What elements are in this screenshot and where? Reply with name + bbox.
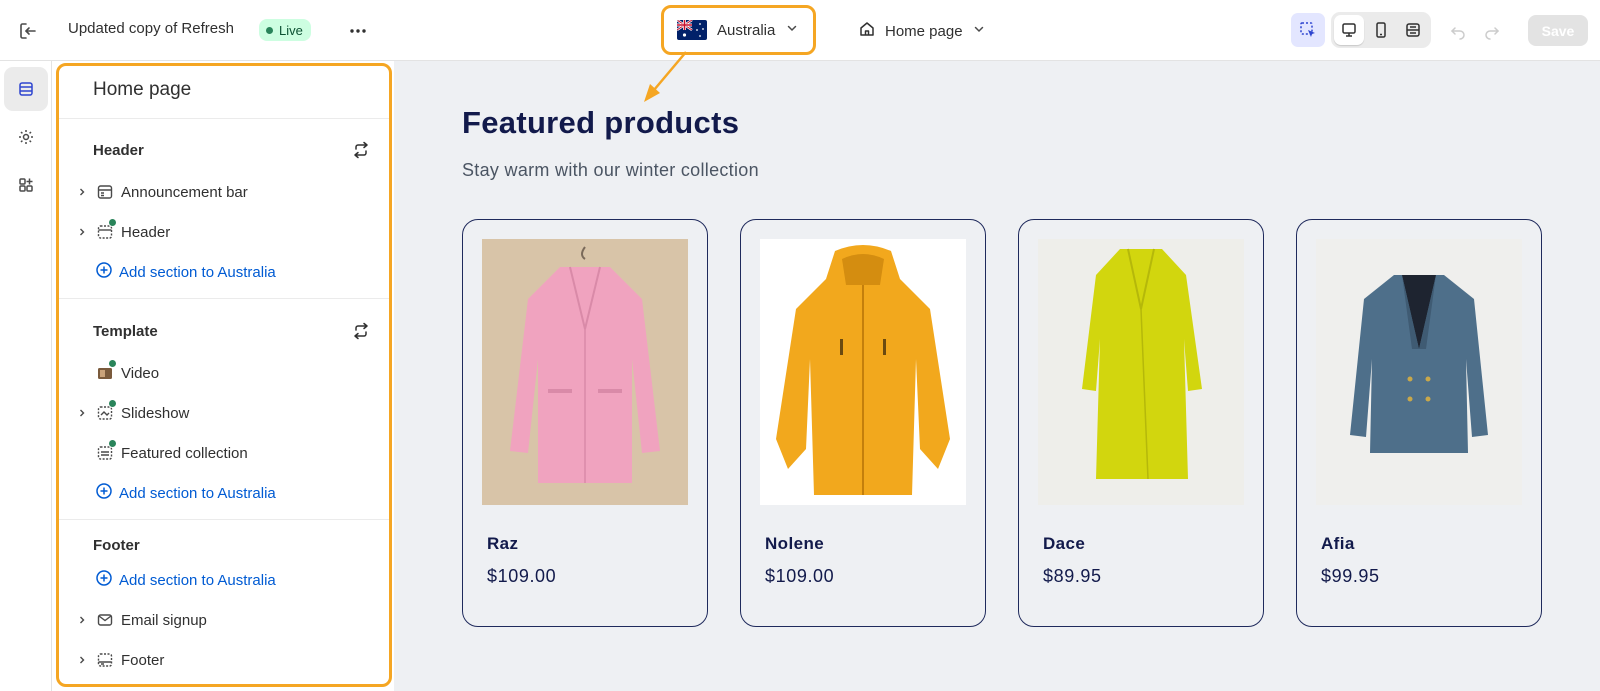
live-label: Live — [279, 22, 303, 38]
top-bar: Updated copy of Refresh Live Australia H… — [0, 0, 1600, 61]
section-item-label: Email signup — [121, 611, 207, 629]
product-price: $109.00 — [765, 566, 835, 586]
status-dot-icon — [108, 439, 117, 448]
group-title-header: Header — [93, 142, 144, 159]
sidebar-title: Home page — [93, 79, 192, 100]
collection-section-icon — [93, 439, 117, 465]
home-icon — [858, 20, 876, 42]
product-card[interactable]: Dace $89.95 — [1018, 219, 1264, 627]
market-label: Australia — [717, 21, 776, 39]
change-section-group-icon[interactable] — [349, 319, 373, 343]
full-width-view-icon[interactable] — [1398, 15, 1428, 45]
product-name[interactable]: Raz — [487, 534, 518, 554]
coat-shape — [1082, 249, 1202, 479]
product-card[interactable]: Afia $99.95 — [1296, 219, 1542, 627]
section-item-label: Header — [121, 223, 171, 241]
section-item-header[interactable]: Header — [73, 218, 171, 245]
section-subheading[interactable]: Stay warm with our winter collection — [462, 160, 759, 181]
add-section-button[interactable]: Add section to Australia — [95, 259, 276, 285]
section-item-featured-collection[interactable]: Featured collection — [73, 439, 248, 466]
section-heading[interactable]: Featured products — [462, 105, 739, 141]
divider — [59, 298, 389, 299]
plus-circle-icon — [95, 482, 113, 504]
theme-title: Updated copy of Refresh — [68, 20, 234, 37]
desktop-view-icon[interactable] — [1334, 15, 1364, 45]
chevron-right-icon[interactable] — [73, 655, 91, 665]
add-section-label: Add section to Australia — [119, 263, 276, 281]
market-selector[interactable]: Australia — [661, 5, 816, 55]
sections-icon[interactable] — [4, 67, 48, 111]
add-section-label: Add section to Australia — [119, 484, 276, 502]
section-item-announcement-bar[interactable]: Announcement bar — [73, 179, 248, 205]
undo-icon[interactable] — [1444, 17, 1472, 45]
page-selector[interactable]: Home page — [858, 17, 986, 45]
email-section-icon — [93, 608, 117, 632]
inspector-select-icon[interactable] — [1291, 13, 1325, 47]
more-actions-icon[interactable] — [344, 17, 372, 45]
section-item-label: Video — [121, 364, 160, 382]
add-section-button[interactable]: Add section to Australia — [95, 480, 276, 506]
mobile-view-icon[interactable] — [1366, 15, 1396, 45]
group-title-footer: Footer — [93, 537, 140, 554]
theme-settings-icon[interactable] — [4, 115, 48, 159]
chevron-right-icon[interactable] — [73, 408, 91, 418]
section-item-footer[interactable]: Footer — [73, 647, 164, 673]
section-item-video[interactable]: Video — [73, 359, 160, 386]
left-rail — [0, 61, 52, 691]
product-card[interactable]: Nolene $109.00 — [740, 219, 986, 627]
status-dot-icon — [108, 359, 117, 368]
divider — [59, 519, 389, 520]
change-section-group-icon[interactable] — [349, 138, 373, 162]
divider — [59, 118, 389, 119]
live-badge: Live — [259, 19, 311, 41]
product-image[interactable] — [760, 239, 966, 505]
product-card[interactable]: Raz $109.00 — [462, 219, 708, 627]
storefront-preview: Featured products Stay warm with our win… — [394, 61, 1600, 691]
product-price: $89.95 — [1043, 566, 1102, 586]
video-section-icon — [93, 359, 117, 385]
add-section-label: Add section to Australia — [119, 571, 276, 589]
page-label: Home page — [885, 22, 963, 40]
section-item-label: Footer — [121, 651, 165, 669]
chevron-right-icon[interactable] — [73, 227, 91, 237]
product-image[interactable] — [1316, 239, 1522, 505]
footer-section-icon — [93, 648, 117, 672]
redo-icon[interactable] — [1478, 17, 1506, 45]
viewport-toggle — [1331, 12, 1431, 48]
group-title-template: Template — [93, 323, 158, 340]
sections-sidebar: Home page Header Announcement bar Header… — [56, 63, 392, 687]
section-item-label: Featured collection — [121, 444, 248, 462]
section-item-label: Slideshow — [121, 404, 190, 422]
chevron-right-icon[interactable] — [73, 187, 91, 197]
product-price: $109.00 — [487, 566, 557, 586]
save-button[interactable]: Save — [1528, 15, 1588, 46]
plus-circle-icon — [95, 569, 113, 591]
chevron-right-icon[interactable] — [73, 615, 91, 625]
section-item-email-signup[interactable]: Email signup — [73, 607, 207, 633]
product-name[interactable]: Dace — [1043, 534, 1085, 554]
annotation-arrow-icon — [644, 51, 687, 102]
section-item-slideshow[interactable]: Slideshow — [73, 399, 190, 426]
product-name[interactable]: Nolene — [765, 534, 824, 554]
chevron-down-icon — [972, 22, 986, 40]
exit-icon[interactable] — [14, 17, 42, 45]
product-image[interactable] — [482, 239, 688, 505]
preview-tools — [1291, 12, 1431, 48]
section-item-label: Announcement bar — [121, 183, 248, 201]
chevron-down-icon — [785, 21, 799, 39]
product-name[interactable]: Afia — [1321, 534, 1355, 554]
product-price: $99.95 — [1321, 566, 1380, 586]
plus-circle-icon — [95, 261, 113, 283]
product-image[interactable] — [1038, 239, 1244, 505]
app-embeds-icon[interactable] — [4, 163, 48, 207]
status-dot-icon — [108, 218, 117, 227]
section-icon — [93, 180, 117, 204]
status-dot-icon — [108, 399, 117, 408]
australia-flag-icon — [677, 20, 707, 40]
slideshow-section-icon — [93, 399, 117, 425]
header-section-icon — [93, 218, 117, 244]
live-dot-icon — [266, 26, 273, 34]
add-section-button[interactable]: Add section to Australia — [95, 567, 276, 593]
